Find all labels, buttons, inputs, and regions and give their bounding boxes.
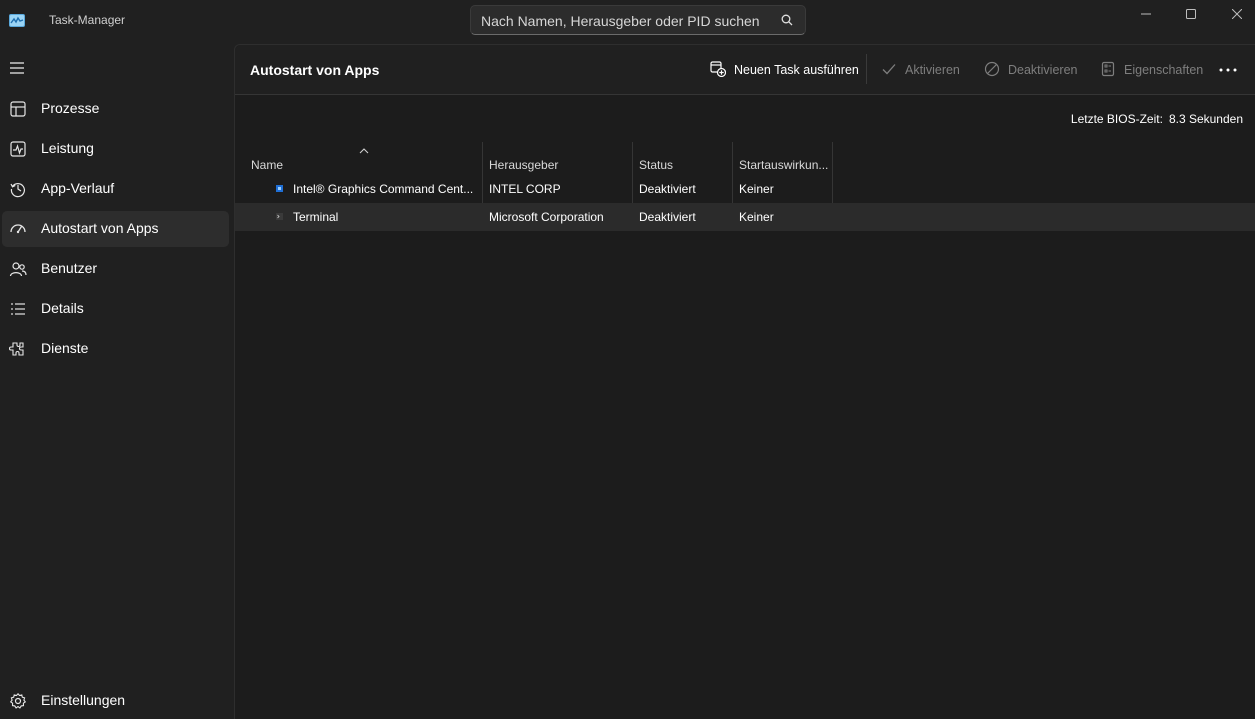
intel-graphics-icon bbox=[276, 185, 283, 192]
bios-time-value: 8.3 Sekunden bbox=[1168, 112, 1243, 126]
sidebar-item-label: Prozesse bbox=[41, 100, 100, 116]
column-header-publisher[interactable]: Herausgeber bbox=[483, 142, 632, 175]
table-header: Name Herausgeber Status Startauswirkun..… bbox=[235, 142, 1255, 175]
cell-publisher: INTEL CORP bbox=[489, 182, 561, 196]
table-row[interactable]: Terminal Microsoft Corporation Deaktivie… bbox=[235, 203, 1255, 231]
column-header-label: Name bbox=[251, 158, 284, 172]
sidebar-item-details[interactable]: Details bbox=[2, 291, 229, 327]
sidebar-item-benutzer[interactable]: Benutzer bbox=[2, 251, 229, 287]
services-icon bbox=[9, 342, 24, 356]
new-task-button[interactable]: Neuen Task ausführen bbox=[710, 58, 859, 82]
toolbar-divider bbox=[866, 54, 867, 84]
hamburger-icon[interactable] bbox=[8, 61, 26, 75]
column-header-status[interactable]: Status bbox=[633, 142, 732, 175]
history-icon bbox=[10, 183, 25, 198]
cell-startup-impact: Keiner bbox=[739, 210, 774, 224]
bios-time: Letzte BIOS-Zeit: 8.3 Sekunden bbox=[1071, 112, 1243, 126]
sidebar-item-label: Leistung bbox=[41, 140, 94, 156]
cell-status: Deaktiviert bbox=[639, 210, 696, 224]
table-row[interactable]: Intel® Graphics Command Cent... INTEL CO… bbox=[235, 175, 1255, 203]
app-title: Task-Manager bbox=[49, 13, 126, 27]
task-manager-icon bbox=[9, 14, 25, 27]
title-bar: Task-Manager Nach Namen, Herausgeber ode… bbox=[0, 0, 1255, 44]
performance-icon bbox=[10, 141, 26, 157]
cell-name: Intel® Graphics Command Cent... bbox=[293, 182, 474, 196]
properties-button[interactable]: Eigenschaften bbox=[1100, 58, 1204, 82]
disable-label: Deaktivieren bbox=[1008, 63, 1078, 77]
sidebar: Prozesse Leistung App-Verlauf Autostart … bbox=[0, 44, 234, 719]
startup-icon bbox=[10, 224, 26, 234]
column-header-label: Status bbox=[639, 158, 674, 172]
more-icon[interactable] bbox=[1218, 68, 1238, 72]
settings-label: Einstellungen bbox=[41, 692, 126, 708]
minimize-icon bbox=[1141, 13, 1151, 15]
maximize-button[interactable] bbox=[1168, 0, 1214, 30]
new-task-label: Neuen Task ausführen bbox=[734, 63, 859, 77]
properties-icon bbox=[1101, 61, 1115, 77]
new-task-icon bbox=[710, 61, 726, 77]
cell-status: Deaktiviert bbox=[639, 182, 696, 196]
column-header-name[interactable]: Name bbox=[245, 142, 482, 175]
minimize-button[interactable] bbox=[1123, 0, 1169, 30]
main-content: Autostart von Apps Neuen Task ausführen … bbox=[234, 44, 1255, 719]
sidebar-item-dienste[interactable]: Dienste bbox=[2, 331, 229, 367]
maximize-icon bbox=[1186, 9, 1196, 19]
column-header-startup-impact[interactable]: Startauswirkun... bbox=[733, 142, 832, 175]
page-title: Autostart von Apps bbox=[250, 62, 380, 78]
disable-icon bbox=[984, 61, 1000, 77]
bios-time-label: Letzte BIOS-Zeit: bbox=[1070, 112, 1163, 126]
sidebar-item-label: Autostart von Apps bbox=[41, 220, 159, 236]
sort-ascending-icon bbox=[359, 148, 369, 154]
search-icon[interactable] bbox=[781, 14, 793, 26]
column-header-label: Startauswirkun... bbox=[739, 158, 829, 172]
sidebar-item-label: Benutzer bbox=[41, 260, 98, 276]
cell-name: Terminal bbox=[293, 210, 339, 224]
command-bar: Autostart von Apps Neuen Task ausführen … bbox=[235, 45, 1255, 95]
close-button[interactable] bbox=[1214, 0, 1255, 30]
details-icon bbox=[11, 303, 25, 315]
disable-button[interactable]: Deaktivieren bbox=[984, 58, 1079, 82]
sidebar-item-leistung[interactable]: Leistung bbox=[2, 131, 229, 167]
enable-label: Aktivieren bbox=[905, 63, 960, 77]
search-input[interactable]: Nach Namen, Herausgeber oder PID suchen bbox=[470, 5, 806, 35]
cell-startup-impact: Keiner bbox=[739, 182, 774, 196]
search-placeholder: Nach Namen, Herausgeber oder PID suchen bbox=[481, 13, 760, 29]
cell-publisher: Microsoft Corporation bbox=[489, 210, 604, 224]
sidebar-item-einstellungen[interactable]: Einstellungen bbox=[2, 683, 229, 719]
terminal-icon bbox=[276, 213, 283, 220]
gear-icon bbox=[9, 692, 27, 709]
processes-icon bbox=[10, 101, 26, 117]
properties-label: Eigenschaften bbox=[1124, 63, 1204, 77]
sidebar-item-label: App-Verlauf bbox=[41, 180, 115, 196]
sidebar-item-prozesse[interactable]: Prozesse bbox=[2, 91, 229, 127]
sidebar-item-label: Dienste bbox=[41, 340, 89, 356]
checkmark-icon bbox=[882, 64, 896, 75]
close-icon bbox=[1232, 9, 1242, 19]
sidebar-item-label: Details bbox=[41, 300, 84, 316]
sidebar-item-app-verlauf[interactable]: App-Verlauf bbox=[2, 171, 229, 207]
enable-button[interactable]: Aktivieren bbox=[881, 58, 963, 82]
column-header-label: Herausgeber bbox=[489, 158, 559, 172]
sidebar-item-autostart[interactable]: Autostart von Apps bbox=[2, 211, 229, 247]
users-icon bbox=[9, 262, 27, 277]
